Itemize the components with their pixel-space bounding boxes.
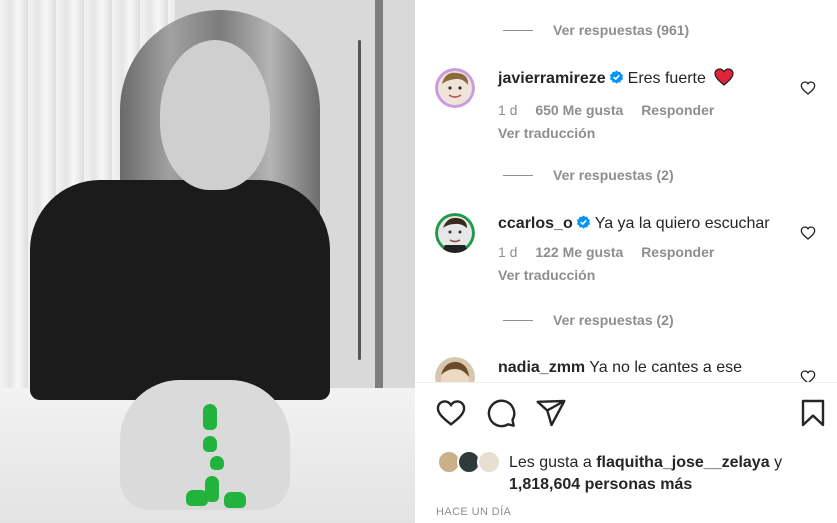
bookmark-icon[interactable] xyxy=(797,397,829,429)
see-translation-button[interactable]: Ver traducción xyxy=(498,125,808,141)
comment-username[interactable]: javierramireze xyxy=(498,70,606,87)
likes-text: Les gusta a flaquitha_jose__zelaya y xyxy=(509,452,782,474)
view-replies-button[interactable]: Ver respuestas (961) xyxy=(503,20,689,40)
post-actions-bar xyxy=(435,397,825,431)
likes-conj: y xyxy=(774,454,783,471)
comment-like-icon[interactable] xyxy=(800,369,816,382)
green-nail xyxy=(203,436,217,452)
liker-username[interactable]: flaquitha_jose__zelaya xyxy=(596,454,769,471)
comment-like-icon[interactable] xyxy=(800,225,816,241)
paper-plane-icon[interactable] xyxy=(535,397,567,429)
view-replies-label: Ver respuestas (2) xyxy=(553,312,674,328)
reply-button[interactable]: Responder xyxy=(641,102,714,118)
comment-body: javierramireze Eres fuerte 1 d 650 Me gus… xyxy=(498,68,808,141)
green-nail xyxy=(203,404,217,430)
comment-text: Ya ya la quiero escuchar xyxy=(594,215,770,232)
comment-time[interactable]: 1 d xyxy=(498,102,517,118)
avatar[interactable] xyxy=(435,68,475,108)
comment-icon[interactable] xyxy=(485,397,517,429)
avatar xyxy=(477,450,501,474)
avatar[interactable] xyxy=(435,213,475,253)
comment-likes[interactable]: 122 Me gusta xyxy=(535,244,623,260)
likes-prefix: Les gusta a xyxy=(509,454,592,471)
green-nail xyxy=(210,456,224,470)
post-timeago[interactable]: HACE UN DÍA xyxy=(436,506,511,518)
comment-text: Eres fuerte xyxy=(627,70,706,87)
replies-line xyxy=(503,174,533,176)
verified-badge-icon xyxy=(576,215,591,230)
heart-emoji-icon xyxy=(714,68,734,93)
reply-button[interactable]: Responder xyxy=(641,244,714,260)
avatar[interactable] xyxy=(435,357,475,382)
view-replies-label: Ver respuestas (961) xyxy=(553,22,690,38)
green-nail xyxy=(224,492,246,508)
green-nail xyxy=(186,490,208,506)
comment-likes[interactable]: 650 Me gusta xyxy=(535,102,623,118)
comment-body: nadia_zmm Ya no le cantes a ese xyxy=(498,357,808,379)
view-replies-label: Ver respuestas (2) xyxy=(553,167,674,183)
iv-stand xyxy=(358,40,361,360)
comment-text: Ya no le cantes a ese xyxy=(589,359,742,376)
comment-time[interactable]: 1 d xyxy=(498,244,517,260)
post-sidebar: Ver respuestas (961) javierramireze Eres … xyxy=(415,0,837,523)
person-face xyxy=(160,40,270,190)
heart-outline-icon[interactable] xyxy=(435,397,467,429)
liker-avatars[interactable] xyxy=(437,450,509,476)
person-shirt xyxy=(30,180,330,400)
comment-body: ccarlos_o Ya ya la quiero escuchar 1 d 12… xyxy=(498,213,808,283)
section-divider xyxy=(415,382,837,383)
replies-line xyxy=(503,319,533,321)
replies-line xyxy=(503,29,533,31)
verified-badge-icon xyxy=(609,70,624,85)
view-replies-button[interactable]: Ver respuestas (2) xyxy=(503,165,674,185)
see-translation-button[interactable]: Ver traducción xyxy=(498,267,808,283)
comments-list: Ver respuestas (961) javierramireze Eres … xyxy=(415,0,837,382)
door-frame xyxy=(375,0,383,390)
likes-count[interactable]: 1,818,604 personas más xyxy=(509,474,692,496)
comment-username[interactable]: nadia_zmm xyxy=(498,359,585,376)
view-replies-button[interactable]: Ver respuestas (2) xyxy=(503,310,674,330)
comment-username[interactable]: ccarlos_o xyxy=(498,215,573,232)
comment-like-icon[interactable] xyxy=(800,80,816,96)
post-media[interactable] xyxy=(0,0,415,523)
